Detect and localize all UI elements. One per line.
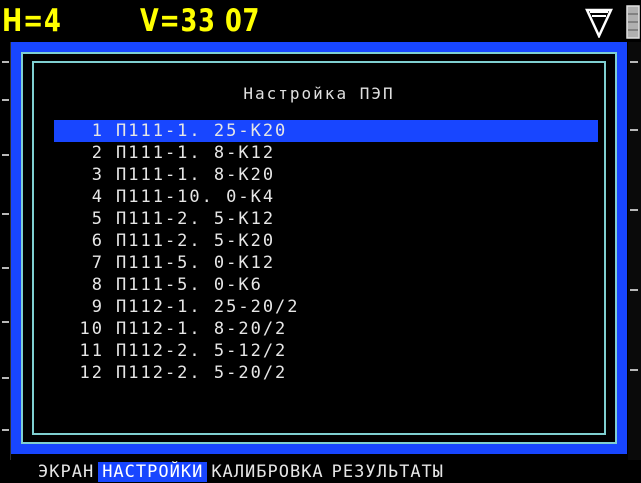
probe-icon — [584, 6, 614, 42]
background-left-edge — [0, 42, 11, 460]
probe-item-name: П111-2. 5-К12 — [116, 209, 276, 229]
dialog-title: Настройка ПЭП — [243, 84, 395, 103]
probe-list: 1 П111-1. 25-К20 2 П111-1. 8-К12 3 П111-1. … — [54, 120, 598, 384]
probe-item-number: 6 — [91, 231, 104, 251]
probe-item-name: П112-2. 5-20/2 — [116, 363, 288, 383]
probe-item-number: 7 — [91, 253, 104, 273]
probe-item-number: 5 — [91, 209, 104, 229]
probe-item-number: 9 — [91, 297, 104, 317]
probe-item-name: П111-1. 25-К20 — [116, 121, 288, 141]
probe-list-item[interactable]: 3 П111-1. 8-К20 — [54, 164, 598, 186]
h-readout: H=4 — [2, 3, 62, 39]
probe-item-name: П112-1. 8-20/2 — [116, 319, 288, 339]
probe-item-name: П111-5. 0-К12 — [116, 253, 276, 273]
probe-item-number: 4 — [91, 187, 104, 207]
probe-item-name: П111-1. 8-К20 — [116, 165, 276, 185]
probe-item-name: П111-1. 8-К12 — [116, 143, 276, 163]
probe-item-name: П112-2. 5-12/2 — [116, 341, 288, 361]
probe-item-number: 12 — [79, 363, 104, 383]
menu-screen[interactable]: ЭКРАН — [34, 462, 98, 482]
probe-list-item[interactable]: 8 П111-5. 0-К6 — [54, 274, 598, 296]
menu-results[interactable]: РЕЗУЛЬТАТЫ — [328, 462, 448, 482]
v-readout: V=33 07 — [140, 3, 261, 39]
probe-item-name: П111-5. 0-К6 — [116, 275, 263, 295]
status-bar: H=4 V=33 07 — [0, 0, 641, 42]
probe-item-number: 10 — [79, 319, 104, 339]
probe-list-item[interactable]: 6 П111-2. 5-К20 — [54, 230, 598, 252]
probe-list-item[interactable]: 9 П112-1. 25-20/2 — [54, 296, 598, 318]
probe-item-name: П111-2. 5-К20 — [116, 231, 276, 251]
probe-list-item[interactable]: 1 П111-1. 25-К20 — [54, 120, 598, 142]
probe-item-name: П111-10. 0-К4 — [116, 187, 276, 207]
probe-list-item[interactable]: 11 П112-2. 5-12/2 — [54, 340, 598, 362]
battery-icon — [626, 4, 641, 44]
menu-settings[interactable]: НАСТРОЙКИ — [98, 461, 208, 482]
menu-calibration[interactable]: КАЛИБРОВКА — [207, 462, 327, 482]
probe-list-item[interactable]: 12 П112-2. 5-20/2 — [54, 362, 598, 384]
probe-list-item[interactable]: 7 П111-5. 0-К12 — [54, 252, 598, 274]
background-right-edge — [628, 42, 641, 460]
probe-item-number: 11 — [79, 341, 104, 361]
probe-item-number: 1 — [91, 121, 104, 141]
probe-list-item[interactable]: 5 П111-2. 5-К12 — [54, 208, 598, 230]
probe-list-item[interactable]: 2 П111-1. 8-К12 — [54, 142, 598, 164]
probe-item-number: 2 — [91, 143, 104, 163]
probe-list-item[interactable]: 4 П111-10. 0-К4 — [54, 186, 598, 208]
probe-item-number: 8 — [91, 275, 104, 295]
probe-item-name: П112-1. 25-20/2 — [116, 297, 300, 317]
probe-list-item[interactable]: 10 П112-1. 8-20/2 — [54, 318, 598, 340]
bottom-menu-bar: ЭКРАН НАСТРОЙКИ КАЛИБРОВКА РЕЗУЛЬТАТЫ — [0, 460, 641, 483]
probe-item-number: 3 — [91, 165, 104, 185]
